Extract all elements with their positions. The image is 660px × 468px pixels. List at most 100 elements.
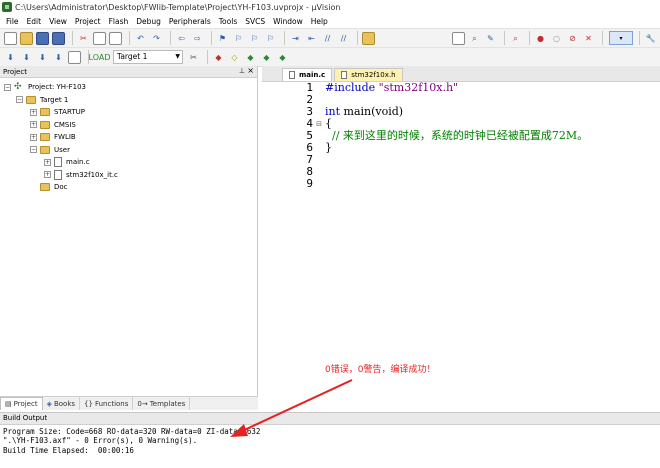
- undo-icon[interactable]: ↶: [134, 32, 147, 45]
- expand-icon[interactable]: +: [30, 121, 37, 129]
- new-file-icon[interactable]: [4, 31, 17, 45]
- build-output-text[interactable]: Program Size: Code=668 RO-data=320 RW-da…: [0, 425, 660, 455]
- debug-session-icon[interactable]: ⌕: [509, 32, 522, 45]
- bookmark-clear-icon[interactable]: ⚐: [264, 32, 277, 45]
- breakpoint-disable-all-icon[interactable]: ⊘: [566, 32, 579, 45]
- tree-item-stm32f10x-it-c[interactable]: + stm32f10x_it.c: [0, 169, 257, 182]
- indent-icon[interactable]: ⇥: [289, 32, 302, 45]
- nav-forward-icon[interactable]: ⇨: [191, 32, 204, 45]
- editor-tab-label: main.c: [299, 71, 326, 79]
- stop-build-icon[interactable]: [68, 50, 81, 64]
- collapse-icon[interactable]: −: [30, 146, 37, 154]
- menu-peripherals[interactable]: Peripherals: [165, 17, 215, 26]
- expand-icon[interactable]: +: [30, 108, 37, 116]
- menu-flash[interactable]: Flash: [105, 17, 133, 26]
- target-select[interactable]: Target 1 ▼: [113, 50, 183, 64]
- pack-installer-icon[interactable]: ◆: [260, 51, 273, 64]
- tree-item-project[interactable]: − ✣ Project: YH-F103: [0, 81, 257, 94]
- pin-icon[interactable]: ⊥: [239, 67, 245, 75]
- pack-update-icon[interactable]: ◆: [276, 51, 289, 64]
- translate-icon[interactable]: ⬇: [4, 51, 17, 64]
- expand-icon[interactable]: +: [44, 171, 51, 179]
- toolbar-separator: [602, 31, 603, 45]
- close-brace: }: [325, 141, 332, 154]
- tree-item-fwlib[interactable]: + FWLIB: [0, 131, 257, 144]
- collapse-icon[interactable]: −: [16, 96, 23, 104]
- tree-item-label: main.c: [66, 158, 90, 167]
- editor-tab-label: stm32f10x.h: [351, 71, 396, 79]
- project-panel-title: Project: [3, 67, 27, 76]
- nav-back-icon[interactable]: ⇦: [175, 32, 188, 45]
- manage-components-icon[interactable]: ◆: [212, 51, 225, 64]
- comment-icon[interactable]: //: [321, 32, 334, 45]
- save-icon[interactable]: [36, 31, 49, 45]
- tree-item-label: Doc: [54, 183, 68, 192]
- tree-item-label: FWLIB: [54, 133, 76, 142]
- uncomment-icon[interactable]: //: [337, 32, 350, 45]
- tree-item-user[interactable]: − User: [0, 144, 257, 157]
- menu-svcs[interactable]: SVCS: [241, 17, 269, 26]
- tree-item-startup[interactable]: + STARTUP: [0, 106, 257, 119]
- menu-window[interactable]: Window: [269, 17, 307, 26]
- tab-label: Project: [13, 400, 38, 408]
- cut-icon[interactable]: ✂: [77, 32, 90, 45]
- tab-books[interactable]: ◈ Books: [43, 397, 81, 410]
- find-combo-icon[interactable]: [452, 31, 465, 45]
- batch-build-icon[interactable]: ⬇: [52, 51, 65, 64]
- tree-item-doc[interactable]: Doc: [0, 181, 257, 194]
- find-icon[interactable]: ⌕: [468, 32, 481, 45]
- bookmark-next-icon[interactable]: ⚐: [248, 32, 261, 45]
- tab-main-c[interactable]: main.c: [282, 68, 333, 81]
- close-icon[interactable]: ×: [247, 66, 254, 75]
- menu-view[interactable]: View: [45, 17, 71, 26]
- expand-icon[interactable]: +: [44, 158, 51, 166]
- save-all-icon[interactable]: [52, 31, 65, 45]
- menu-file[interactable]: File: [2, 17, 23, 26]
- rebuild-icon[interactable]: ⬇: [36, 51, 49, 64]
- target-options-icon[interactable]: ✂: [187, 51, 200, 64]
- menu-tools[interactable]: Tools: [215, 17, 241, 26]
- project-panel: Project ⊥ × − ✣ Project: YH-F103 − Targe…: [0, 66, 258, 410]
- project-icon: ✣: [14, 82, 22, 93]
- incremental-find-icon[interactable]: ✎: [484, 32, 497, 45]
- tab-stm32f10x-h[interactable]: stm32f10x.h: [334, 68, 403, 81]
- toolbar-separator: [72, 31, 73, 45]
- tree-item-label: STARTUP: [54, 108, 85, 117]
- open-folder-icon[interactable]: [20, 31, 33, 45]
- code-comment: // 来到这里的时候，系统的时钟已经被配置成72M。: [325, 129, 589, 142]
- bookmark-prev-icon[interactable]: ⚐: [232, 32, 245, 45]
- find-in-files-icon[interactable]: [362, 31, 375, 45]
- unindent-icon[interactable]: ⇤: [305, 32, 318, 45]
- configure-icon[interactable]: 🔧: [644, 32, 657, 45]
- collapse-icon[interactable]: −: [4, 83, 11, 91]
- download-icon[interactable]: LOAD: [89, 51, 111, 64]
- code-lines: #include "stm32f10x.h" int main(void) { …: [322, 82, 660, 410]
- tree-item-cmsis[interactable]: + CMSIS: [0, 119, 257, 132]
- tab-functions[interactable]: {} Functions: [80, 397, 134, 410]
- menu-debug[interactable]: Debug: [132, 17, 165, 26]
- toolbar-separator: [639, 31, 640, 45]
- select-packs-icon[interactable]: ◇: [228, 51, 241, 64]
- redo-icon[interactable]: ↷: [150, 32, 163, 45]
- expand-icon[interactable]: +: [30, 133, 37, 141]
- bookmark-toggle-icon[interactable]: ⚑: [216, 32, 229, 45]
- tab-templates[interactable]: 0→ Templates: [133, 397, 191, 410]
- menu-edit[interactable]: Edit: [23, 17, 46, 26]
- breakpoint-disable-icon[interactable]: ○: [550, 32, 563, 45]
- breakpoint-icon[interactable]: ●: [534, 32, 547, 45]
- window-layout-dropdown[interactable]: ▾: [609, 31, 633, 45]
- breakpoint-kill-all-icon[interactable]: ✕: [582, 32, 595, 45]
- code-editor[interactable]: 1 2 3 4 5 6 7 8 9 ⊟ #include "stm32f10x.…: [262, 82, 660, 410]
- menu-project[interactable]: Project: [71, 17, 105, 26]
- build-output-title: Build Output: [0, 413, 660, 425]
- build-icon[interactable]: ⬇: [20, 51, 33, 64]
- books-icon: ◈: [46, 399, 52, 408]
- tree-item-target[interactable]: − Target 1: [0, 94, 257, 107]
- project-panel-tabs: ▤ Project ◈ Books {} Functions 0→ Templates: [0, 396, 258, 410]
- paste-icon[interactable]: [109, 31, 122, 45]
- tab-project[interactable]: ▤ Project: [0, 397, 43, 410]
- menu-help[interactable]: Help: [307, 17, 332, 26]
- manage-rte-icon[interactable]: ◆: [244, 51, 257, 64]
- tree-item-main-c[interactable]: + main.c: [0, 156, 257, 169]
- copy-icon[interactable]: [93, 31, 106, 45]
